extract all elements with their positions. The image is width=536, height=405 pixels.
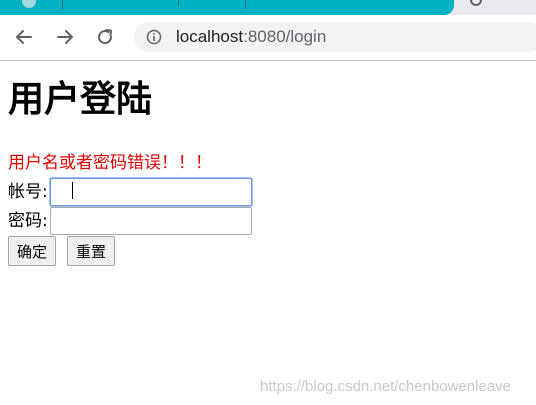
submit-button[interactable]: 确定 <box>8 236 57 266</box>
url-host: localhost <box>176 27 244 46</box>
info-icon[interactable] <box>146 29 162 45</box>
tab-strip <box>0 0 536 15</box>
url-text[interactable]: localhost:8080/login <box>176 27 326 47</box>
browser-toolbar: localhost:8080/login <box>0 15 536 61</box>
reload-button[interactable] <box>92 24 118 50</box>
password-label: 密码: <box>8 211 48 231</box>
page-content: 用户登陆 用户名或者密码错误！！！ 帐号: 密码: 确定 重置 <box>0 61 536 405</box>
username-label: 帐号: <box>8 182 48 202</box>
password-input[interactable] <box>49 207 252 235</box>
arrow-left-icon <box>16 30 32 44</box>
browser-tab-group[interactable] <box>0 0 454 15</box>
username-row: 帐号: <box>8 178 252 206</box>
watermark: https://blog.csdn.net/chenbowenleave <box>260 378 512 395</box>
reset-button[interactable]: 重置 <box>67 236 116 266</box>
back-button[interactable] <box>11 24 37 50</box>
username-input[interactable] <box>49 178 252 206</box>
forward-button[interactable] <box>52 24 78 50</box>
tab-divider <box>178 0 179 6</box>
password-row: 密码: <box>8 207 252 235</box>
tab-divider <box>245 0 246 9</box>
arrow-right-icon <box>57 30 73 44</box>
tab-divider <box>62 0 63 9</box>
url-port-path: :8080/login <box>243 27 327 46</box>
page-title: 用户登陆 <box>8 79 153 120</box>
tab-favicon-icon <box>22 0 36 8</box>
text-caret <box>72 182 73 199</box>
reload-icon <box>98 29 113 45</box>
error-message: 用户名或者密码错误！！！ <box>8 153 212 173</box>
active-tab-favicon-icon[interactable] <box>470 0 482 6</box>
address-bar[interactable]: localhost:8080/login <box>134 22 536 52</box>
